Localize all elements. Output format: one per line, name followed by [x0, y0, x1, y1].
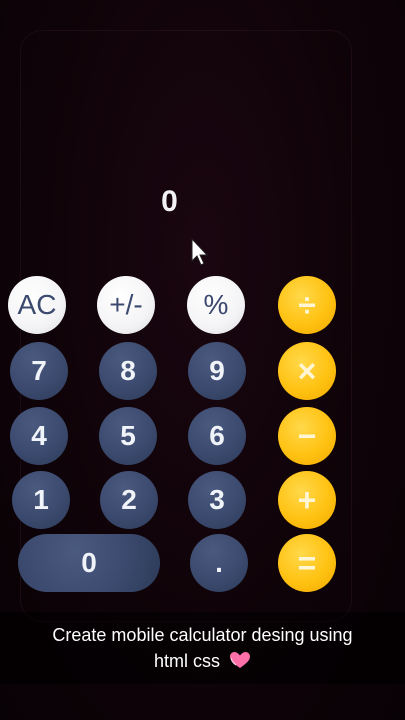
digit-3-button[interactable]: 3 — [188, 471, 246, 529]
digit-7-button[interactable]: 7 — [10, 342, 68, 400]
calculator-display: 0 — [161, 185, 179, 218]
digit-1-button[interactable]: 1 — [12, 471, 70, 529]
digit-4-button[interactable]: 4 — [10, 407, 68, 465]
toggle-sign-button[interactable]: +/- — [97, 276, 155, 334]
video-caption: Create mobile calculator desing using ht… — [0, 612, 405, 684]
digit-6-button[interactable]: 6 — [188, 407, 246, 465]
caption-line-2: html css — [0, 648, 405, 674]
multiply-button[interactable]: × — [278, 342, 336, 400]
digit-2-button[interactable]: 2 — [100, 471, 158, 529]
clear-button[interactable]: AC — [8, 276, 66, 334]
percent-button[interactable]: % — [187, 276, 245, 334]
caption-line-2-text: html css — [153, 651, 220, 671]
digit-8-button[interactable]: 8 — [99, 342, 157, 400]
digit-5-button[interactable]: 5 — [99, 407, 157, 465]
decimal-button[interactable]: . — [190, 534, 248, 592]
minus-button[interactable]: − — [278, 407, 336, 465]
caption-line-1: Create mobile calculator desing using — [52, 625, 353, 645]
mouse-cursor-icon — [191, 237, 209, 266]
divide-button[interactable]: ÷ — [278, 276, 336, 334]
digit-9-button[interactable]: 9 — [188, 342, 246, 400]
heart-icon — [230, 652, 251, 668]
digit-0-button[interactable]: 0 — [18, 534, 160, 592]
plus-button[interactable]: + — [278, 471, 336, 529]
equals-button[interactable]: = — [278, 534, 336, 592]
calculator-screen: 0 AC +/- % ÷ 7 8 9 × 4 5 6 − 1 2 3 + 0 .… — [0, 0, 405, 720]
